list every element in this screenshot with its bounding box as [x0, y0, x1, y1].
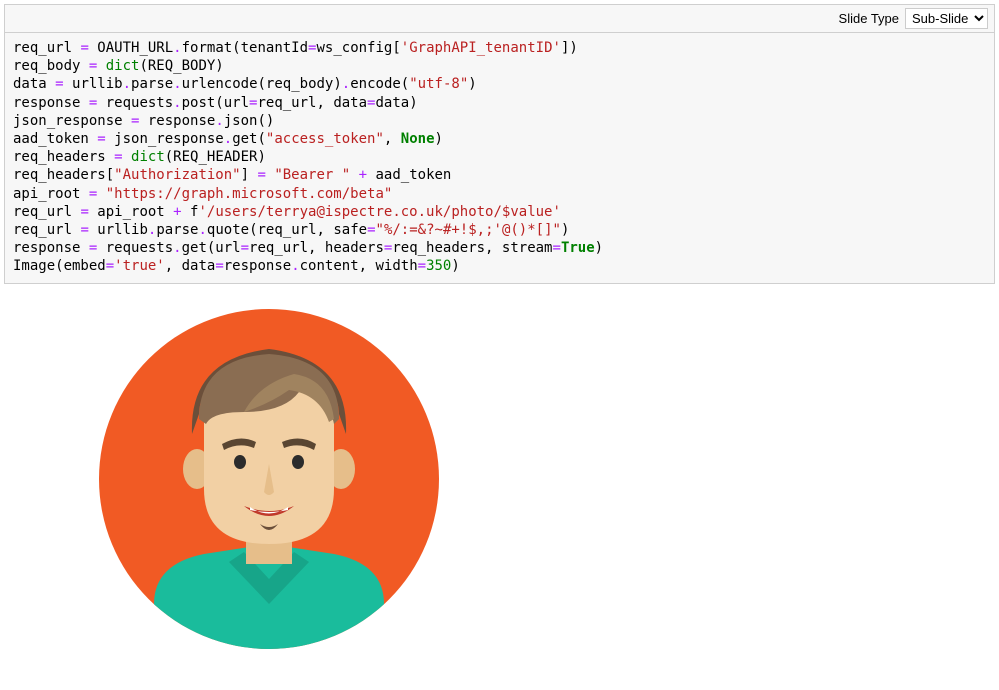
code-line-3: data = urllib.parse.urlencode(req_body).…	[13, 76, 477, 92]
cell-toolbar: Slide Type Sub-Slide	[4, 4, 995, 33]
code-line-9: api_root = "https://graph.microsoft.com/…	[13, 186, 392, 202]
code-line-7: req_headers = dict(REQ_HEADER)	[13, 149, 266, 165]
code-line-2: req_body = dict(REQ_BODY)	[13, 58, 224, 74]
cell-output	[4, 284, 995, 654]
code-line-8: req_headers["Authorization"] = "Bearer "…	[13, 167, 451, 183]
code-line-1: req_url = OAUTH_URL.format(tenantId=ws_c…	[13, 40, 578, 56]
code-line-6: aad_token = json_response.get("access_to…	[13, 131, 443, 147]
code-line-10: req_url = api_root + f'/users/terrya@isp…	[13, 204, 561, 220]
slide-type-select[interactable]: Sub-Slide	[905, 8, 988, 29]
code-line-4: response = requests.post(url=req_url, da…	[13, 95, 418, 111]
slide-type-label: Slide Type	[839, 11, 899, 26]
avatar-image	[94, 304, 444, 654]
code-line-11: req_url = urllib.parse.quote(req_url, sa…	[13, 222, 569, 238]
code-line-5: json_response = response.json()	[13, 113, 274, 129]
code-cell[interactable]: req_url = OAUTH_URL.format(tenantId=ws_c…	[4, 33, 995, 284]
code-line-13: Image(embed='true', data=response.conten…	[13, 258, 460, 274]
code-line-12: response = requests.get(url=req_url, hea…	[13, 240, 603, 256]
